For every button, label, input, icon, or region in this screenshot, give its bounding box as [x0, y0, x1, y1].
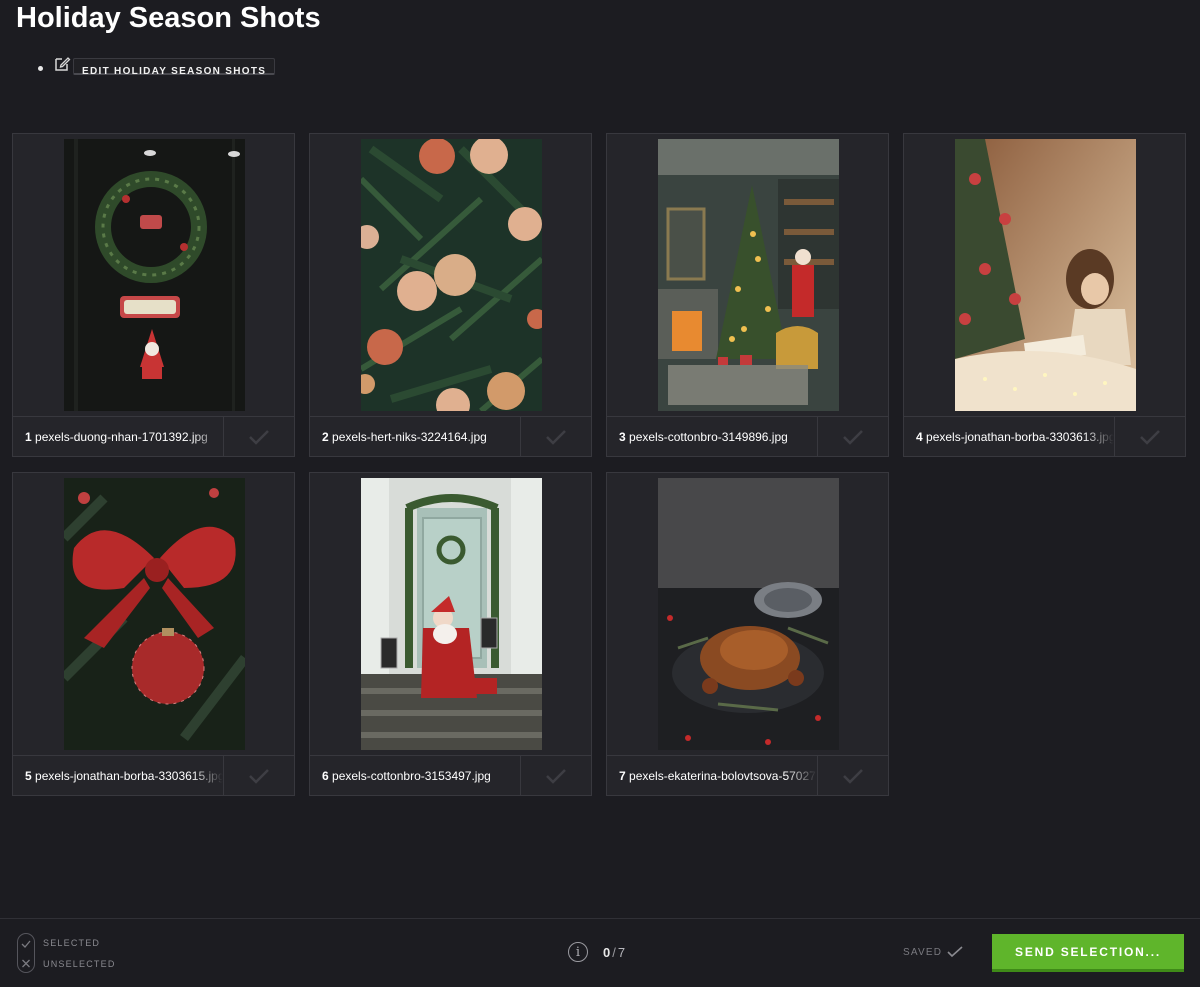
photo-index: 2	[322, 430, 329, 444]
list-bullet	[38, 66, 43, 71]
photo-thumbnail[interactable]	[658, 478, 839, 750]
photo-card[interactable]: 6 pexels-cottonbro-3153497.jpg	[309, 472, 592, 796]
checkmark-icon	[546, 430, 567, 445]
select-toggle[interactable]	[520, 756, 591, 796]
photo-thumbnail[interactable]	[955, 139, 1136, 411]
photo-card-footer: 3 pexels-cottonbro-3149896.jpg	[607, 416, 888, 457]
saved-status: SAVED	[903, 946, 963, 958]
info-icon[interactable]: i	[568, 942, 588, 962]
edit-gallery-button[interactable]: EDIT HOLIDAY SEASON SHOTS	[73, 58, 276, 77]
edit-icon[interactable]	[53, 55, 71, 73]
photo-index: 7	[619, 769, 626, 783]
page-title: Holiday Season Shots	[16, 2, 321, 34]
photo-index: 1	[25, 430, 32, 444]
select-toggle[interactable]	[1114, 417, 1185, 457]
saved-check-icon	[947, 946, 963, 958]
photo-card-footer: 6 pexels-cottonbro-3153497.jpg	[310, 755, 591, 796]
photo-index: 3	[619, 430, 626, 444]
bottom-bar: SELECTED UNSELECTED i 0/7 SAVED SEND SEL…	[0, 918, 1200, 987]
photo-card-footer: 2 pexels-hert-niks-3224164.jpg	[310, 416, 591, 457]
photo-thumbnail[interactable]	[64, 478, 245, 750]
photo-card[interactable]: 5 pexels-jonathan-borba-3303615.jpg	[12, 472, 295, 796]
legend-unselected: UNSELECTED	[43, 959, 116, 969]
selection-counter: i 0/7	[568, 942, 625, 962]
photo-index: 5	[25, 769, 32, 783]
photo-card[interactable]: 4 pexels-jonathan-borba-3303613.jpg	[903, 133, 1186, 457]
photo-index: 6	[322, 769, 329, 783]
checkmark-icon	[249, 769, 270, 784]
checkmark-icon	[249, 430, 270, 445]
photo-thumbnail[interactable]	[64, 139, 245, 411]
photo-thumbnail[interactable]	[658, 139, 839, 411]
selection-count: 0/7	[603, 944, 626, 960]
photo-filename: 6 pexels-cottonbro-3153497.jpg	[322, 769, 491, 783]
photo-card[interactable]: 3 pexels-cottonbro-3149896.jpg	[606, 133, 889, 457]
legend-selected: SELECTED	[43, 938, 101, 948]
photo-card[interactable]: 7 pexels-ekaterina-bolovtsova-5702770.jp…	[606, 472, 889, 796]
photo-thumbnail[interactable]	[361, 139, 542, 411]
photo-card-footer: 5 pexels-jonathan-borba-3303615.jpg	[13, 755, 294, 796]
select-toggle[interactable]	[817, 417, 888, 457]
send-selection-button[interactable]: SEND SELECTION...	[992, 934, 1184, 972]
photo-filename: 3 pexels-cottonbro-3149896.jpg	[619, 430, 788, 444]
photo-filename: 4 pexels-jonathan-borba-3303613.jpg	[916, 430, 1115, 444]
photo-thumbnail[interactable]	[361, 478, 542, 750]
checkmark-icon	[843, 769, 864, 784]
legend-pill	[17, 933, 35, 973]
checkmark-icon	[546, 769, 567, 784]
edit-row: EDIT HOLIDAY SEASON SHOTS	[38, 55, 276, 77]
select-toggle[interactable]	[223, 417, 294, 457]
select-toggle[interactable]	[223, 756, 294, 796]
select-toggle[interactable]	[817, 756, 888, 796]
photo-card[interactable]: 2 pexels-hert-niks-3224164.jpg	[309, 133, 592, 457]
photo-card[interactable]: 1 pexels-duong-nhan-1701392.jpg	[12, 133, 295, 457]
photo-filename: 5 pexels-jonathan-borba-3303615.jpg	[25, 769, 224, 783]
photo-filename: 2 pexels-hert-niks-3224164.jpg	[322, 430, 487, 444]
photo-filename: 1 pexels-duong-nhan-1701392.jpg	[25, 430, 208, 444]
checkmark-icon	[843, 430, 864, 445]
checkmark-icon	[1140, 430, 1161, 445]
photo-index: 4	[916, 430, 923, 444]
photo-filename: 7 pexels-ekaterina-bolovtsova-5702770.jp…	[619, 769, 817, 783]
select-toggle[interactable]	[520, 417, 591, 457]
photo-card-footer: 7 pexels-ekaterina-bolovtsova-5702770.jp…	[607, 755, 888, 796]
selected-check-icon	[21, 940, 31, 968]
photo-card-footer: 4 pexels-jonathan-borba-3303613.jpg	[904, 416, 1185, 457]
photo-card-footer: 1 pexels-duong-nhan-1701392.jpg	[13, 416, 294, 457]
